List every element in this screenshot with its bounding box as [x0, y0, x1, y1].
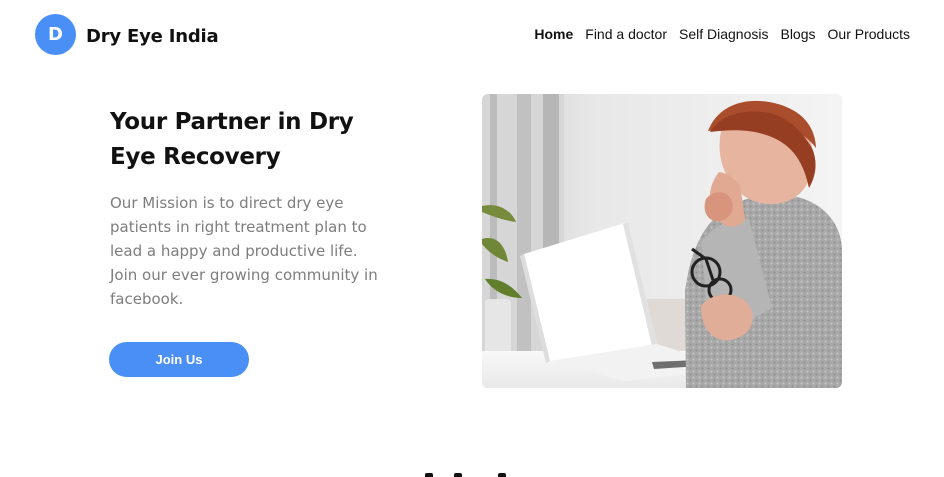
heading-top-fragment — [425, 473, 433, 477]
heading-top-fragment — [454, 473, 462, 477]
main-navigation: Home Find a doctor Self Diagnosis Blogs … — [534, 26, 910, 42]
next-section-heading-peek — [380, 468, 560, 477]
heading-top-fragment — [498, 473, 506, 477]
nav-find-doctor-link[interactable]: Find a doctor — [585, 26, 667, 42]
brand-name: Dry Eye India — [86, 26, 219, 47]
brand-logo-icon: D — [35, 14, 76, 55]
nav-our-products-link[interactable]: Our Products — [828, 26, 910, 42]
hero-title: Your Partner in Dry Eye Recovery — [110, 109, 354, 170]
nav-self-diagnosis-link[interactable]: Self Diagnosis — [679, 26, 769, 42]
join-us-button[interactable]: Join Us — [109, 342, 249, 377]
page: D Dry Eye India Home Find a doctor Self … — [0, 0, 944, 477]
brand-home-link[interactable]: D Dry Eye India — [35, 14, 219, 55]
nav-home-link[interactable]: Home — [534, 26, 573, 42]
site-header: D Dry Eye India Home Find a doctor Self … — [0, 0, 944, 72]
hero-description: Our Mission is to direct dry eye patient… — [110, 194, 378, 308]
hero-image-svg — [482, 94, 842, 388]
woman-with-laptop-illustration — [482, 94, 842, 388]
nav-blogs-link[interactable]: Blogs — [780, 26, 815, 42]
